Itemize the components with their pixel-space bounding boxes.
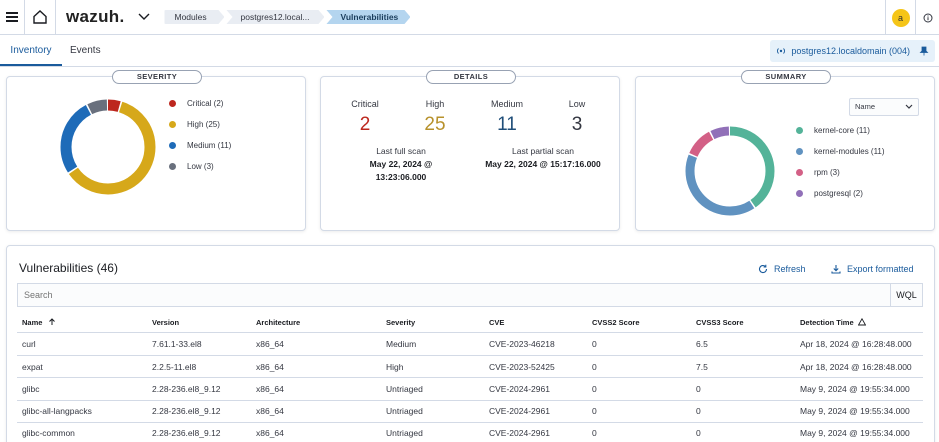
column-header-version[interactable]: Version: [152, 318, 179, 327]
tabs-row: Inventory Events postgres12.localdomain …: [0, 35, 939, 67]
detail-high: High 25: [424, 99, 446, 135]
column-header-cvss3[interactable]: CVSS3 Score: [696, 318, 744, 327]
help-icon[interactable]: [915, 0, 939, 35]
panel-title: SEVERITY: [112, 70, 202, 84]
last-partial-scan: Last partial scan May 22, 2024 @ 15:17:1…: [485, 146, 601, 169]
search-bar: WQL: [17, 283, 923, 307]
legend-dot: [796, 169, 803, 176]
tab-events[interactable]: Events: [70, 35, 101, 66]
agent-label: postgres12.localdomain (004): [791, 46, 910, 56]
column-header-detection-time[interactable]: Detection Time: [800, 317, 866, 327]
vulnerabilities-panel: [6, 245, 935, 442]
legend-dot: [169, 100, 176, 107]
detail-low: Low 3: [568, 99, 586, 135]
warning-icon: [857, 317, 866, 326]
column-header-severity[interactable]: Severity: [386, 318, 415, 327]
agent-selector[interactable]: postgres12.localdomain (004): [770, 40, 935, 62]
sort-ascending-icon: [48, 318, 55, 325]
panel-title: SUMMARY: [741, 70, 831, 84]
severity-legend: Critical (2) High (25) Medium (11) Low (…: [169, 93, 231, 177]
row-divider: [17, 400, 923, 401]
group-by-select[interactable]: Name: [849, 98, 919, 116]
severity-panel: SEVERITY Critical (2) High (25) Medium (…: [6, 70, 306, 231]
chevron-down-icon: [905, 104, 913, 109]
tab-inventory[interactable]: Inventory: [0, 35, 62, 66]
vulnerabilities-title: Vulnerabilities (46): [19, 261, 118, 275]
search-input[interactable]: [24, 290, 884, 300]
column-header-architecture[interactable]: Architecture: [256, 318, 300, 327]
wql-toggle[interactable]: WQL: [890, 284, 922, 306]
legend-dot: [169, 142, 176, 149]
export-button[interactable]: Export formatted: [831, 264, 914, 274]
detail-critical: Critical 2: [351, 99, 379, 135]
summary-donut-chart: [685, 126, 775, 216]
avatar[interactable]: a: [891, 8, 910, 27]
row-divider: [17, 377, 923, 378]
column-header-name[interactable]: Name: [22, 318, 56, 327]
header-divider: [17, 332, 923, 333]
download-icon: [831, 265, 841, 274]
legend-item-kernel-core[interactable]: kernel-core (11): [796, 120, 885, 141]
summary-legend: kernel-core (11) kernel-modules (11) rpm…: [796, 120, 885, 204]
legend-dot: [796, 148, 803, 155]
top-bar: wazuh. Modules postgres12.local... Vulne…: [0, 0, 939, 35]
detail-medium: Medium 11: [490, 99, 523, 135]
breadcrumb-vulnerabilities: Vulnerabilities: [326, 10, 410, 24]
wazuh-logo[interactable]: wazuh.: [66, 7, 124, 27]
refresh-icon: [759, 264, 768, 274]
legend-item-kernel-modules[interactable]: kernel-modules (11): [796, 141, 885, 162]
menu-icon[interactable]: [0, 0, 24, 35]
legend-item-rpm[interactable]: rpm (3): [796, 162, 885, 183]
details-panel: DETAILS Critical 2 High 25 Medium 11 Low…: [320, 70, 620, 231]
signal-icon: [777, 48, 786, 54]
legend-item-postgresql[interactable]: postgresql (2): [796, 183, 885, 204]
legend-dot: [796, 190, 803, 197]
breadcrumb-agent[interactable]: postgres12.local...: [226, 10, 324, 24]
row-divider: [17, 422, 923, 423]
breadcrumb: Modules postgres12.local... Vulnerabilit…: [164, 10, 412, 24]
chevron-down-icon[interactable]: [136, 9, 152, 25]
home-icon[interactable]: [24, 0, 56, 35]
legend-dot: [169, 121, 176, 128]
legend-item-high[interactable]: High (25): [169, 114, 231, 135]
last-full-scan: Last full scan May 22, 2024 @ 13:23:06.0…: [369, 146, 433, 182]
breadcrumb-modules[interactable]: Modules: [164, 10, 224, 24]
severity-donut-chart: [60, 99, 156, 195]
legend-item-low[interactable]: Low (3): [169, 156, 231, 177]
panel-title: DETAILS: [426, 70, 516, 84]
row-divider: [17, 355, 923, 356]
legend-item-critical[interactable]: Critical (2): [169, 93, 231, 114]
refresh-button[interactable]: Refresh: [758, 264, 806, 274]
legend-item-medium[interactable]: Medium (11): [169, 135, 231, 156]
pin-icon[interactable]: [919, 46, 929, 56]
column-header-cvss2[interactable]: CVSS2 Score: [592, 318, 640, 327]
legend-dot: [796, 127, 803, 134]
column-header-cve[interactable]: CVE: [489, 318, 504, 327]
legend-dot: [169, 163, 176, 170]
summary-panel: SUMMARY Name kernel-core (11) kernel-mod…: [635, 70, 935, 231]
